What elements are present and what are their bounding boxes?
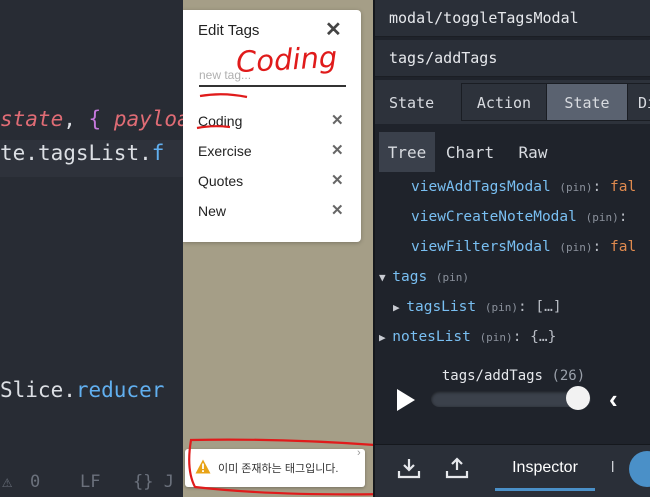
panel-label: State — [389, 94, 435, 112]
action-list-item[interactable]: tags/addTags — [375, 40, 650, 77]
code-token: tagsList. — [37, 141, 152, 165]
tag-item: Exercise ✕ — [198, 141, 348, 163]
action-name: tags/addTags — [389, 49, 498, 67]
code-token: te. — [0, 141, 38, 165]
warning-count[interactable]: 0 — [30, 472, 40, 492]
pin-button[interactable]: (pin) — [559, 181, 592, 194]
warning-icon — [195, 459, 211, 474]
tag-item: Coding ✕ — [198, 111, 348, 133]
action-name: modal/toggleTagsModal — [389, 9, 579, 27]
action-list-item[interactable]: modal/toggleTagsModal — [375, 0, 650, 37]
state-tree-node[interactable]: ▶ tagsList (pin): […] — [393, 299, 562, 321]
state-tree-node[interactable]: viewFiltersModal (pin): fal — [411, 239, 636, 261]
state-tree-node[interactable]: ▼ tags (pin) — [379, 269, 469, 291]
separator: : — [618, 209, 628, 225]
view-mode-tabs: Tree Chart Raw — [375, 132, 650, 172]
pin-button[interactable]: (pin) — [586, 211, 619, 224]
state-tree-node[interactable]: viewCreateNoteModal (pin): — [411, 209, 627, 231]
tab-state[interactable]: State — [546, 83, 628, 121]
subtab-tree[interactable]: Tree — [379, 132, 435, 172]
state-key: viewAddTagsModal — [411, 179, 551, 195]
editor-status-bar: ⚠ 0 LF {} J — [0, 468, 183, 497]
code-token: f — [151, 141, 165, 165]
code-line[interactable]: te.tagsList.f — [0, 141, 164, 165]
state-key: tags — [392, 269, 428, 285]
subtab-raw[interactable]: Raw — [505, 132, 561, 172]
slider-action-label: tags/addTags (26) — [375, 368, 650, 384]
state-value: fal — [610, 239, 637, 255]
more-button[interactable]: l — [611, 459, 614, 476]
warning-toast[interactable]: 이미 존재하는 태그입니다. › — [185, 447, 365, 487]
inspector-tab-bar: State Action State Di — [375, 80, 650, 124]
state-value: {…} — [530, 329, 557, 345]
close-icon[interactable]: ✕ — [325, 20, 342, 40]
tag-label: New — [198, 203, 227, 219]
play-icon[interactable] — [397, 389, 415, 411]
code-line[interactable]: state, { payloa — [0, 107, 183, 131]
separator: : — [517, 299, 536, 315]
toast-message: 이미 존재하는 태그입니다. — [218, 463, 339, 475]
tag-label: Coding — [198, 113, 243, 129]
tag-label: Exercise — [198, 143, 252, 159]
pin-button[interactable]: (pin) — [436, 271, 469, 284]
pin-button[interactable]: (pin) — [480, 331, 513, 344]
warning-count-icon[interactable]: ⚠ — [2, 472, 12, 492]
new-tag-input[interactable] — [199, 65, 346, 87]
chevron-right-icon[interactable]: › — [357, 447, 361, 459]
code-token: , — [63, 107, 89, 131]
slider-handle[interactable] — [566, 386, 591, 410]
delete-tag-icon[interactable]: ✕ — [331, 171, 344, 189]
caret-right-icon[interactable]: ▶ — [393, 301, 406, 314]
devtools-bottom-bar: Inspector l — [375, 444, 650, 497]
delete-tag-icon[interactable]: ✕ — [331, 201, 344, 219]
slider-action-count: (26) — [551, 368, 586, 384]
subtab-chart[interactable]: Chart — [439, 132, 501, 172]
separator: : — [592, 239, 611, 255]
inspector-button[interactable]: Inspector — [495, 445, 595, 491]
state-key: viewFiltersModal — [411, 239, 551, 255]
code-token: { — [88, 107, 102, 131]
state-value: […] — [535, 299, 562, 315]
tag-label: Quotes — [198, 173, 244, 189]
state-value: fal — [610, 179, 637, 195]
state-tree-node[interactable]: viewAddTagsModal (pin): fal — [411, 179, 636, 201]
app-preview: Edit Tags ✕ Coding ✕ Exercise ✕ Quotes ✕… — [183, 0, 373, 497]
delete-tag-icon[interactable]: ✕ — [331, 141, 344, 159]
tag-item: Quotes ✕ — [198, 171, 348, 193]
language-mode[interactable]: {} J — [133, 472, 174, 492]
separator: : — [592, 179, 611, 195]
pin-button[interactable]: (pin) — [485, 301, 518, 314]
chevron-left-icon[interactable]: ‹ — [609, 384, 618, 415]
caret-right-icon[interactable]: ▶ — [379, 331, 392, 344]
edit-tags-modal: Edit Tags ✕ Coding ✕ Exercise ✕ Quotes ✕… — [183, 10, 361, 242]
separator: : — [512, 329, 531, 345]
pin-button[interactable]: (pin) — [559, 241, 592, 254]
export-icon[interactable] — [445, 457, 469, 479]
state-tree-node[interactable]: ▶ notesList (pin): {…} — [379, 329, 556, 351]
code-editor[interactable]: state, { payloa te.tagsList.f Slice.redu… — [0, 0, 183, 497]
redux-devtools: modal/toggleTagsModal tags/addTags State… — [373, 0, 650, 497]
state-key: viewCreateNoteModal — [411, 209, 577, 225]
code-line[interactable]: Slice.reducer — [0, 378, 164, 402]
code-token: payloa — [113, 107, 183, 131]
state-key: tagsList — [406, 299, 477, 315]
slider-action-name: tags/addTags — [441, 368, 543, 384]
modal-title: Edit Tags — [198, 22, 260, 39]
state-key: notesList — [392, 329, 471, 345]
import-icon[interactable] — [397, 457, 421, 479]
code-token: state — [0, 107, 64, 131]
caret-down-icon[interactable]: ▼ — [379, 271, 392, 284]
tab-diff[interactable]: Di — [627, 83, 650, 121]
code-token: reducer — [75, 378, 165, 402]
tab-action[interactable]: Action — [461, 83, 547, 121]
line-ending[interactable]: LF — [80, 472, 100, 492]
tag-item: New ✕ — [198, 201, 348, 223]
remote-button[interactable] — [629, 451, 650, 487]
delete-tag-icon[interactable]: ✕ — [331, 111, 344, 129]
code-token: Slice. — [0, 378, 76, 402]
